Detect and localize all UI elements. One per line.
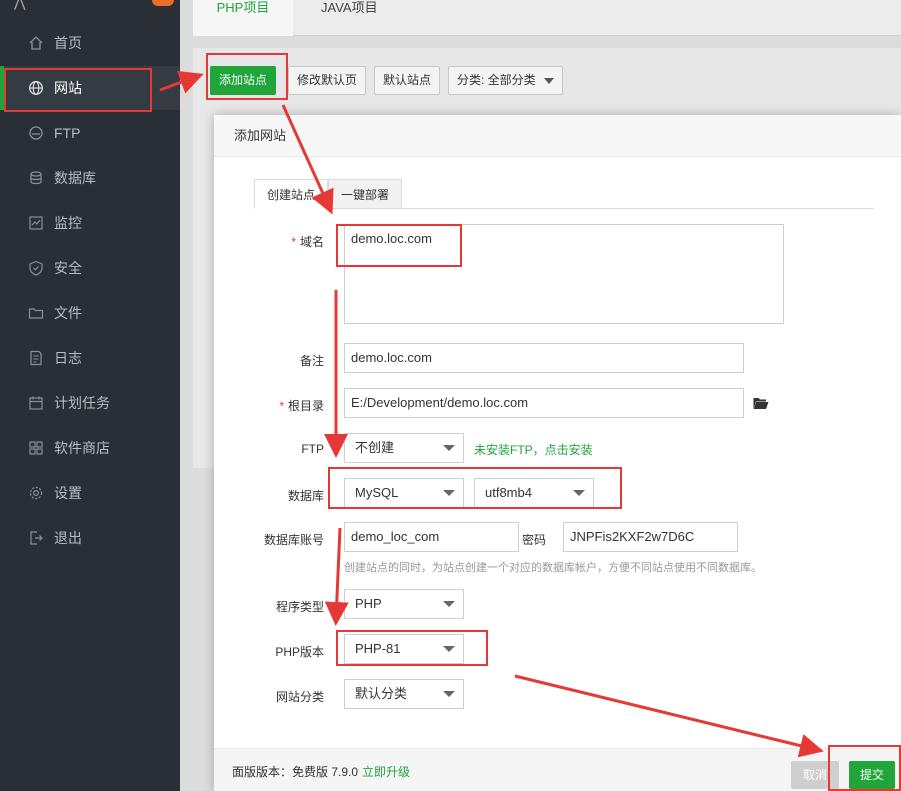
calendar-icon: [28, 395, 44, 411]
required-mark: *: [291, 235, 296, 249]
apps-icon: [28, 440, 44, 456]
sidebar-item-label: FTP: [54, 125, 81, 141]
dialog-footer: 面版版本：免费版 7.9.0 立即升级 取消 提交: [214, 748, 901, 791]
remark-label: 备注: [299, 354, 324, 368]
tab-one-click-deploy[interactable]: 一键部署: [328, 179, 403, 209]
add-website-dialog: 添加网站 创建站点 一键部署 * 域名 demo.loc.com 备注 demo.…: [214, 115, 901, 791]
domain-label: * 域名: [214, 233, 324, 250]
sidebar-item-label: 数据库: [54, 170, 96, 186]
chevron-down-icon: [443, 601, 455, 607]
sidebar-item-label: 监控: [54, 215, 82, 231]
notification-badge: [152, 0, 174, 6]
remark-input[interactable]: demo.loc.com: [344, 343, 744, 373]
remark-value: demo.loc.com: [351, 350, 432, 365]
required-mark: *: [279, 399, 284, 413]
default-site-button[interactable]: 默认站点: [374, 66, 441, 95]
db-account-hint: 创建站点的同时，为站点创建一个对应的数据库帐户，方便不同站点使用不同数据库。: [344, 562, 762, 574]
annotation-box-add-site: [206, 53, 288, 100]
monitor-icon: [28, 215, 44, 231]
db-account-value: demo_loc_com: [351, 529, 440, 544]
panel-version: 面版版本：免费版 7.9.0 立即升级: [232, 763, 410, 780]
sidebar-item-ftp[interactable]: FTP: [0, 111, 180, 155]
logout-icon: [28, 530, 44, 546]
project-tabbar: PHP项目 JAVA项目: [193, 0, 901, 36]
sidebar-item-logout[interactable]: 退出: [0, 516, 180, 560]
sidebar-item-label: 安全: [54, 260, 82, 276]
domain-label-text: 域名: [299, 235, 324, 249]
gear-icon: [28, 485, 44, 501]
chevron-down-icon: [543, 77, 554, 84]
program-type-value: PHP: [355, 596, 382, 611]
edit-default-page-button[interactable]: 修改默认页: [288, 66, 367, 95]
panel-version-text: 面版版本：免费版 7.9.0: [232, 765, 359, 779]
upgrade-link[interactable]: 立即升级: [362, 765, 410, 779]
sidebar-item-label: 设置: [54, 485, 82, 501]
home-icon: [28, 35, 44, 51]
sidebar-item-security[interactable]: 安全: [0, 246, 180, 290]
sidebar-item-app-store[interactable]: 软件商店: [0, 426, 180, 470]
db-password-input[interactable]: JNPFis2KXF2w7D6C: [563, 522, 738, 552]
site-category-label: 网站分类: [275, 690, 324, 704]
sidebar-item-label: 软件商店: [54, 440, 110, 456]
install-ftp-link[interactable]: 未安装FTP，点击安装: [474, 441, 593, 458]
annotation-box-domain: [336, 224, 462, 267]
dialog-tabs: 创建站点 一键部署: [254, 179, 874, 209]
log-icon: [28, 350, 44, 366]
sidebar-item-monitor[interactable]: 监控: [0, 201, 180, 245]
database-icon: [28, 170, 44, 186]
annotation-box-submit: [828, 745, 901, 791]
category-filter-label: 分类: 全部分类: [457, 73, 536, 87]
sidebar-item-label: 文件: [54, 305, 82, 321]
sidebar-item-cron[interactable]: 计划任务: [0, 381, 180, 425]
sidebar-item-files[interactable]: 文件: [0, 291, 180, 335]
sidebar-item-database[interactable]: 数据库: [0, 156, 180, 200]
annotation-box-database: [328, 467, 622, 509]
ftp-icon: [28, 125, 44, 141]
db-account-label: 数据库账号: [263, 533, 324, 547]
tab-java-project[interactable]: JAVA项目: [321, 0, 378, 36]
folder-open-icon[interactable]: [753, 397, 769, 413]
database-label: 数据库: [287, 489, 324, 503]
ftp-select[interactable]: 不创建: [344, 433, 464, 463]
sidebar-item-settings[interactable]: 设置: [0, 471, 180, 515]
sidebar-item-logs[interactable]: 日志: [0, 336, 180, 380]
tab-php-project[interactable]: PHP项目: [193, 0, 293, 36]
chevron-down-icon: [443, 445, 455, 451]
db-password-label: 密码: [521, 533, 546, 547]
root-dir-value: E:/Development/demo.loc.com: [351, 395, 529, 410]
ftp-label: FTP: [301, 442, 324, 456]
ftp-select-value: 不创建: [355, 440, 395, 455]
site-category-select[interactable]: 默认分类: [344, 679, 464, 709]
annotation-box-php-version: [336, 630, 488, 666]
logo-fragment: ⋀: [14, 0, 26, 10]
sidebar-item-home[interactable]: 首页: [0, 21, 180, 65]
folder-icon: [28, 305, 44, 321]
root-dir-input[interactable]: E:/Development/demo.loc.com: [344, 388, 744, 418]
php-version-label: PHP版本: [275, 645, 324, 659]
sidebar-item-label: 首页: [54, 35, 82, 51]
sidebar-item-label: 日志: [54, 350, 82, 366]
site-category-value: 默认分类: [355, 686, 408, 701]
shield-icon: [28, 260, 44, 276]
root-dir-label: * 根目录: [214, 397, 324, 414]
chevron-down-icon: [443, 691, 455, 697]
dialog-title: 添加网站: [214, 115, 901, 157]
program-type-label: 程序类型: [275, 600, 324, 614]
category-filter-select[interactable]: 分类: 全部分类: [448, 66, 563, 95]
sidebar-item-label: 退出: [54, 530, 82, 546]
root-dir-label-text: 根目录: [287, 399, 324, 413]
tab-create-site[interactable]: 创建站点: [254, 179, 329, 209]
db-password-value: JNPFis2KXF2w7D6C: [570, 529, 695, 544]
annotation-box-websites: [4, 68, 152, 112]
sidebar-item-label: 计划任务: [54, 395, 110, 411]
program-type-select[interactable]: PHP: [344, 589, 464, 619]
sidebar: ⋀ 首页 网站 FTP 数据库 监控 安全 文件 日志 计划任务 软件商店 设置…: [0, 0, 180, 791]
